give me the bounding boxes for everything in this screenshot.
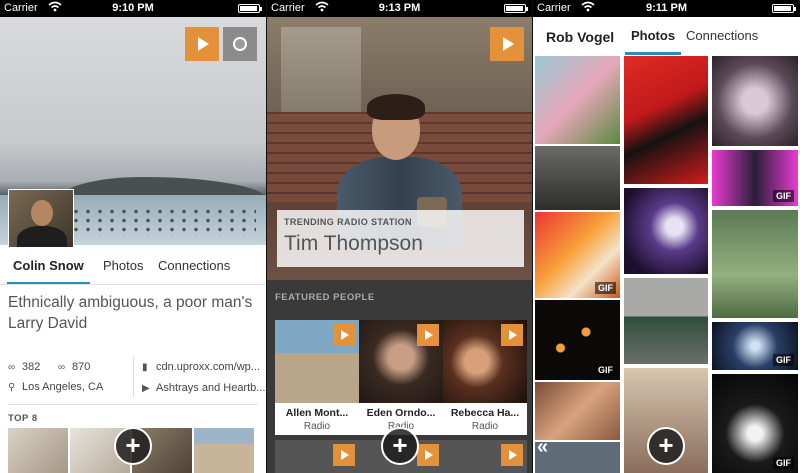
profile-bio: Ethnically ambiguous, a poor man's Larry… [8, 294, 253, 332]
avatar[interactable] [8, 189, 74, 256]
play-button[interactable] [185, 27, 219, 61]
tab-photos[interactable]: Photos [624, 17, 682, 55]
clock: 9:13 PM [378, 2, 421, 14]
tab-profile[interactable]: Colin Snow [7, 247, 90, 285]
photo-tile[interactable] [624, 56, 708, 184]
gif-badge: GIF [773, 354, 794, 366]
featured-person[interactable] [275, 440, 359, 473]
featured-person[interactable] [443, 440, 527, 473]
profile-tabs: Colin Snow Photos Connections [0, 247, 266, 285]
featured-heading: FEATURED PEOPLE [275, 292, 375, 303]
followers-stat[interactable]: ∞ 382 [8, 361, 40, 373]
trending-card[interactable]: TRENDING RADIO STATION Tim Thompson [277, 210, 524, 267]
tab-connections[interactable]: Connections [686, 17, 758, 55]
following-stat[interactable]: ∞ 870 [58, 361, 90, 373]
person-name: Allen Mont... [285, 407, 349, 419]
record-button[interactable] [223, 27, 257, 61]
status-bar: Carrier 9:10 PM [0, 0, 266, 17]
play-icon[interactable] [417, 324, 439, 346]
tab-photos[interactable]: Photos [103, 247, 143, 285]
plus-icon: + [658, 430, 674, 460]
play-icon[interactable] [333, 324, 355, 346]
status-bar: Carrier 9:13 PM [267, 0, 532, 17]
following-icon: ∞ [58, 362, 66, 373]
person-name: Rebecca Ha... [450, 407, 520, 419]
followers-icon: ∞ [8, 362, 16, 373]
play-icon [503, 37, 514, 51]
gif-badge: GIF [595, 364, 616, 376]
photo-tile[interactable] [624, 188, 708, 274]
station-link[interactable]: ▶ Ashtrays and Heartb... [142, 382, 265, 394]
gif-badge: GIF [773, 457, 794, 469]
gif-badge: GIF [595, 282, 616, 294]
discover-screen: Carrier 9:13 PM TRENDING RADIO STATION T… [267, 0, 532, 473]
add-button[interactable]: + [647, 427, 685, 465]
clock: 9:10 PM [112, 2, 154, 14]
photo-tile[interactable]: GIF [712, 150, 798, 206]
photo-tile[interactable]: GIF [535, 300, 620, 380]
location: ⚲ Los Angeles, CA [8, 381, 104, 393]
plus-icon: + [392, 430, 408, 460]
top-8-heading: TOP 8 [8, 413, 38, 424]
photo-tile[interactable] [535, 56, 620, 144]
profile-header: Rob Vogel Photos Connections [533, 17, 800, 55]
website-link[interactable]: ▮ cdn.uproxx.com/wp... [142, 361, 260, 373]
photo-tile[interactable] [712, 56, 798, 146]
bookmark-icon: ▮ [142, 362, 148, 373]
photo-tile[interactable]: GIF [712, 374, 798, 473]
top-8-item[interactable] [8, 428, 68, 473]
tab-connections[interactable]: Connections [158, 247, 230, 285]
play-icon[interactable] [501, 324, 523, 346]
photo-tile[interactable] [712, 210, 798, 318]
clock: 9:11 PM [646, 2, 687, 14]
battery-icon [772, 4, 796, 13]
play-button[interactable] [490, 27, 524, 61]
featured-person[interactable]: Rebecca Ha... Radio [443, 320, 527, 435]
photo-tile[interactable]: GIF [712, 322, 798, 370]
trending-name: Tim Thompson [284, 232, 423, 255]
location-pin-icon: ⚲ [8, 382, 16, 393]
back-chevron-icon[interactable]: « [537, 436, 548, 459]
add-button[interactable]: + [381, 427, 419, 465]
add-button[interactable]: + [114, 427, 152, 465]
status-bar: Carrier 9:11 PM [533, 0, 800, 17]
gif-badge: GIF [773, 190, 794, 202]
photo-tile[interactable] [624, 278, 708, 364]
trending-kicker: TRENDING RADIO STATION [284, 217, 412, 227]
photo-tile[interactable] [535, 382, 620, 440]
photos-screen: Carrier 9:11 PM Rob Vogel Photos Connect… [533, 0, 800, 473]
person-type: Radio [303, 421, 331, 432]
profile-name: Rob Vogel [546, 29, 615, 45]
play-circle-icon: ▶ [142, 383, 150, 394]
battery-icon [504, 4, 528, 13]
play-icon [198, 37, 209, 51]
featured-person[interactable]: Eden Orndo... Radio [359, 320, 443, 435]
record-icon [233, 37, 247, 51]
battery-icon [238, 4, 262, 13]
plus-icon: + [125, 430, 141, 460]
person-name: Eden Orndo... [366, 407, 436, 419]
top-8-item[interactable] [194, 428, 254, 473]
photo-tile[interactable]: GIF [535, 212, 620, 298]
profile-screen: Carrier 9:10 PM Colin Snow Photos Connec… [0, 0, 266, 473]
person-type: Radio [471, 421, 499, 432]
photo-tile[interactable] [535, 146, 620, 210]
featured-person[interactable]: Allen Mont... Radio [275, 320, 359, 435]
